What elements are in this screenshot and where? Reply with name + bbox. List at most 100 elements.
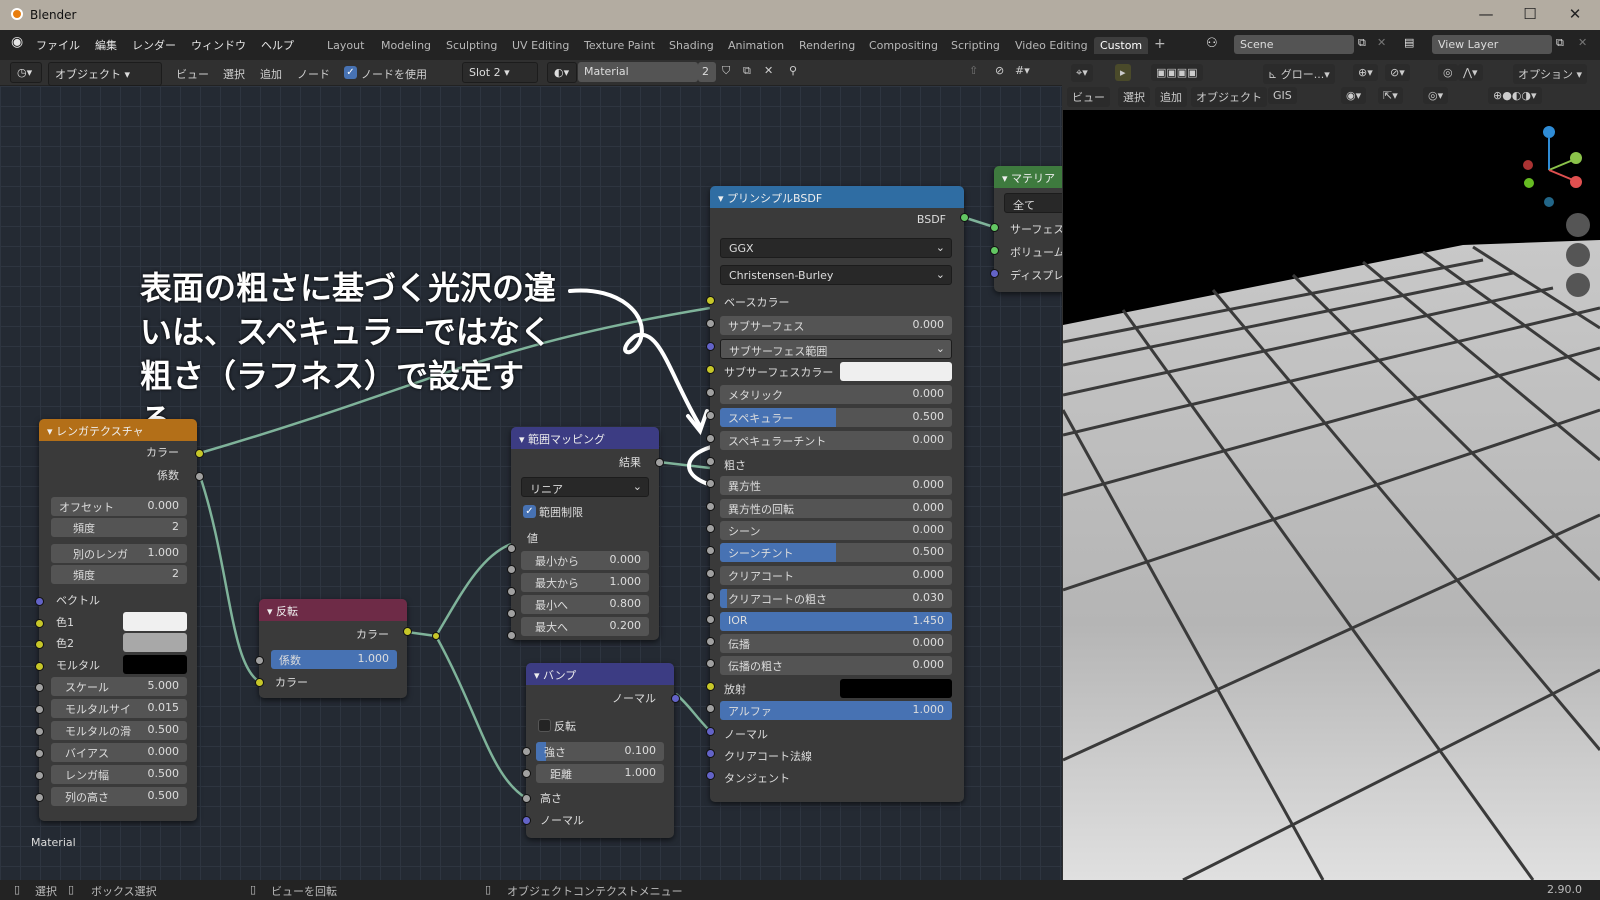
principled-bsdf-node[interactable]: ▾ プリンシプルBSDF BSDF GGX ⌄ Christensen-Burle… [710, 186, 964, 802]
anisotropic-rotation-socket[interactable] [706, 502, 715, 511]
brick-texture-node[interactable]: ▾ レンガテクスチャ カラー 係数 オフセット 0.000 頻度 2 別のレンガ 1.… [39, 419, 197, 821]
neg-y-axis-icon[interactable] [1524, 178, 1534, 188]
menu-node[interactable]: ノード [297, 66, 330, 82]
viewport-menu-view[interactable]: ビュー [1067, 87, 1110, 107]
delete-view-layer-icon[interactable]: ✕ [1578, 36, 1587, 49]
map-range-from-max-socket[interactable] [507, 587, 516, 596]
tab-texture-paint[interactable]: Texture Paint [584, 39, 655, 52]
tab-sculpting[interactable]: Sculpting [446, 39, 497, 52]
subsurface-radius-dropdown[interactable]: サブサーフェス範囲 ⌄ [720, 339, 952, 359]
transmission-roughness-socket[interactable] [706, 659, 715, 668]
object-type-dropdown[interactable]: オブジェクト ▾ [48, 62, 162, 86]
clearcoat-roughness-socket[interactable] [706, 592, 715, 601]
invert-fac-field[interactable]: 係数 1.000 [271, 650, 397, 669]
tangent-socket[interactable] [706, 771, 715, 780]
unlink-material-icon[interactable]: ✕ [764, 64, 773, 77]
mortar-size-field[interactable]: モルタルサイ 0.015 [51, 699, 187, 718]
node-editor[interactable]: 表面の粗さに基づく光沢の違いは、スペキュラーではなく粗さ（ラフネス）で設定する。… [0, 86, 1062, 880]
bump-strength-socket[interactable] [522, 747, 531, 756]
tab-scripting[interactable]: Scripting [951, 39, 1000, 52]
bump-node-header[interactable]: ▾ バンプ [526, 663, 674, 685]
3d-viewport[interactable]: ⌖▾ ▸ ▣▣▣▣ ⊾ グロー...▾ ⊕▾ ⊘▾ ◎ ⋀▾ オプション ▾ ビ… [1063, 60, 1600, 880]
tab-uv-editing[interactable]: UV Editing [512, 39, 569, 52]
viewport-menu-select[interactable]: 選択 [1118, 87, 1150, 107]
squash-field[interactable]: 別のレンガ 1.000 [51, 544, 187, 563]
offset-field[interactable]: オフセット 0.000 [51, 497, 187, 516]
viewport-menu-gis[interactable]: GIS [1268, 87, 1297, 104]
base-color-socket[interactable] [706, 296, 715, 305]
slot-dropdown[interactable]: Slot 2 ▾ [462, 62, 538, 83]
navigation-gizmo[interactable] [1523, 126, 1582, 207]
menu-edit[interactable]: 編集 [95, 37, 117, 53]
minimize-button[interactable]: — [1476, 5, 1496, 23]
new-scene-icon[interactable]: ⧉ [1358, 36, 1366, 50]
menu-add[interactable]: 追加 [260, 66, 282, 82]
material-users-count[interactable]: 2 [698, 62, 716, 82]
invert-fac-socket[interactable] [255, 656, 264, 665]
subsurface-radius-socket[interactable] [706, 342, 715, 351]
squash-frequency-field[interactable]: 頻度 2 [51, 565, 187, 584]
invert-node[interactable]: ▾ 反転 カラー 係数 1.000 カラー [259, 599, 407, 698]
viewport-menu-object[interactable]: オブジェクト [1191, 87, 1267, 107]
editor-type-dropdown[interactable]: ◷▾ [10, 62, 42, 83]
map-range-node-header[interactable]: ▾ 範囲マッピング [511, 427, 659, 449]
subsurface-method-dropdown[interactable]: Christensen-Burley ⌄ [720, 265, 952, 285]
emission-socket[interactable] [706, 682, 715, 691]
output-target-dropdown[interactable]: 全て [1004, 193, 1062, 213]
select-tool-icon[interactable]: ▸ [1115, 64, 1131, 81]
invert-color-input-socket[interactable] [255, 678, 264, 687]
invert-color-output-socket[interactable] [403, 627, 412, 636]
material-output-node[interactable]: ▾ マテリア 全て サーフェス ボリューム ディスプレ [994, 166, 1062, 292]
close-button[interactable]: ✕ [1565, 5, 1585, 23]
map-range-value-socket[interactable] [507, 544, 516, 553]
snap-icon[interactable]: ⊘ [995, 64, 1004, 77]
subsurface-socket[interactable] [706, 319, 715, 328]
tab-video-editing[interactable]: Video Editing [1015, 39, 1088, 52]
metallic-field[interactable]: メタリック 0.000 [720, 385, 952, 404]
transmission-field[interactable]: 伝播 0.000 [720, 634, 952, 653]
brick-width-socket[interactable] [35, 771, 44, 780]
bump-normal-input-socket[interactable] [522, 816, 531, 825]
menu-file[interactable]: ファイル [36, 37, 80, 53]
from-max-field[interactable]: 最大から 1.000 [521, 573, 649, 592]
brick-scale-socket[interactable] [35, 683, 44, 692]
maximize-button[interactable]: ☐ [1520, 5, 1540, 23]
specular-socket[interactable] [706, 411, 715, 420]
sheen-tint-socket[interactable] [706, 546, 715, 555]
falloff-icon[interactable]: ⋀▾ [1458, 64, 1483, 81]
sheen-field[interactable]: シーン 0.000 [720, 521, 952, 540]
camera-icon[interactable] [1566, 273, 1590, 297]
bsdf-normal-socket[interactable] [706, 727, 715, 736]
duplicate-material-icon[interactable]: ⧉ [743, 64, 751, 78]
alpha-socket[interactable] [706, 704, 715, 713]
ior-field[interactable]: IOR 1.450 [720, 612, 952, 631]
brick-mortar-size-socket[interactable] [35, 705, 44, 714]
brick-color1-socket[interactable] [35, 619, 44, 628]
x-axis-icon[interactable] [1570, 176, 1582, 188]
view-layer-field[interactable]: View Layer [1432, 35, 1552, 54]
map-range-to-max-socket[interactable] [507, 631, 516, 640]
roughness-socket[interactable] [706, 457, 715, 466]
bias-field[interactable]: バイアス 0.000 [51, 743, 187, 762]
bsdf-output-socket[interactable] [960, 213, 969, 222]
from-min-field[interactable]: 最小から 0.000 [521, 551, 649, 570]
bump-node[interactable]: ▾ バンプ ノーマル 反転 強さ 0.100 距離 1.000 高さ ノーマル [526, 663, 674, 838]
tab-custom[interactable]: Custom [1094, 37, 1149, 54]
new-view-layer-icon[interactable]: ⧉ [1556, 36, 1564, 50]
blender-menu-icon[interactable]: ◉ [11, 34, 23, 50]
viewport-menu-add[interactable]: 追加 [1155, 87, 1187, 107]
bump-invert-checkbox[interactable] [538, 719, 551, 732]
tab-animation[interactable]: Animation [728, 39, 784, 52]
alpha-field[interactable]: アルファ 1.000 [720, 701, 952, 720]
neg-x-axis-icon[interactable] [1523, 160, 1533, 170]
anisotropic-rotation-field[interactable]: 異方性の回転 0.000 [720, 499, 952, 518]
clamp-checkbox[interactable]: ✓ [523, 505, 536, 518]
menu-window[interactable]: ウィンドウ [191, 37, 246, 53]
bump-strength-field[interactable]: 強さ 0.100 [536, 742, 664, 761]
specular-tint-socket[interactable] [706, 434, 715, 443]
tab-layout[interactable]: Layout [327, 39, 364, 52]
tab-modeling[interactable]: Modeling [381, 39, 431, 52]
scale-field[interactable]: スケール 5.000 [51, 677, 187, 696]
parent-node-tree-icon[interactable]: ⇧ [969, 64, 978, 77]
transform-orientation-dropdown[interactable]: ⊾ グロー...▾ [1263, 64, 1335, 84]
